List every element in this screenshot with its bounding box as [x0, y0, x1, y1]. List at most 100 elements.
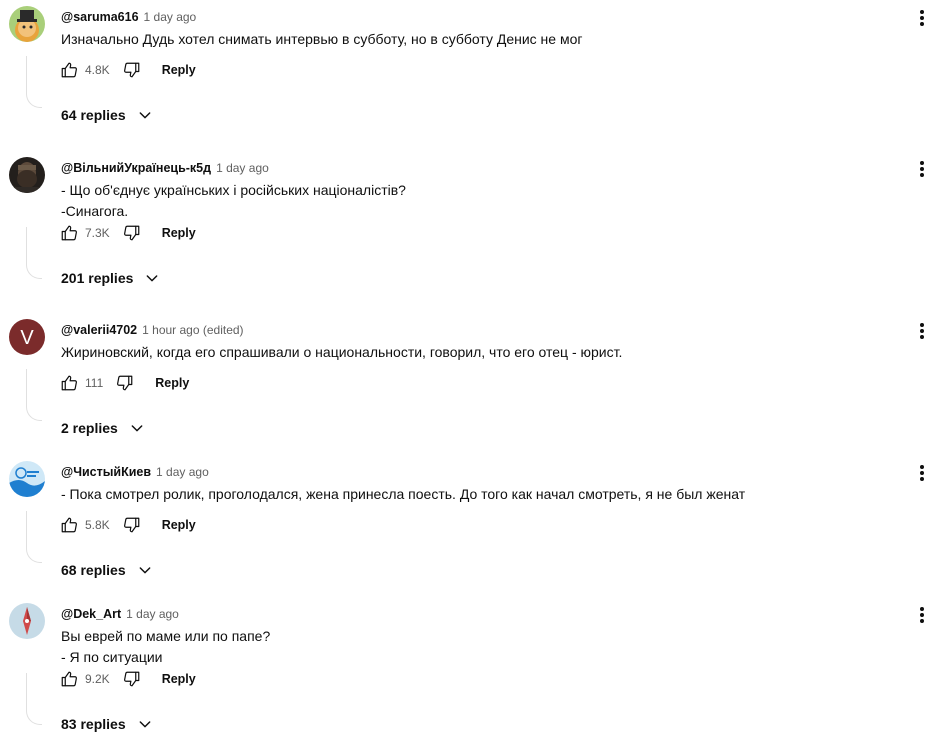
thumbs-up-icon [61, 517, 77, 533]
replies-count-label: 201 replies [61, 270, 134, 286]
avatar[interactable] [9, 603, 45, 639]
dislike-button[interactable] [122, 669, 142, 689]
comment-text: Изначально Дудь хотел снимать интервью в… [61, 29, 582, 50]
replies-count-label: 64 replies [61, 107, 126, 123]
comment-actions: 4.8K Reply [59, 58, 196, 82]
reply-button[interactable]: Reply [162, 672, 196, 686]
timestamp[interactable]: 1 day ago [126, 607, 179, 621]
thread-connector [26, 227, 42, 279]
reply-button[interactable]: Reply [155, 376, 189, 390]
like-count: 5.8K [85, 518, 110, 532]
vertical-dots-icon [920, 323, 924, 339]
replies-count-label: 2 replies [61, 420, 118, 436]
like-button[interactable] [59, 669, 79, 689]
comment-line: - Що об'єднує українських і російських н… [61, 182, 406, 198]
reply-button[interactable]: Reply [162, 226, 196, 240]
chevron-down-icon [143, 269, 161, 287]
comment-header: @ЧистыйКиев 1 day ago [61, 463, 209, 481]
thumbs-down-icon [123, 671, 140, 687]
dislike-button[interactable] [122, 515, 142, 535]
thread-connector [26, 511, 42, 563]
more-actions-button[interactable] [912, 319, 932, 343]
avatar[interactable]: V [9, 319, 45, 355]
comment-line: - Пока смотрел ролик, проголодался, жена… [61, 486, 746, 502]
view-replies-button[interactable]: 2 replies [61, 417, 146, 439]
thumbs-up-icon [61, 225, 77, 241]
comment-line: Жириновский, когда его спрашивали о наци… [61, 344, 623, 360]
author-name[interactable]: @valerii4702 [61, 323, 137, 337]
like-count: 111 [85, 376, 104, 390]
view-replies-button[interactable]: 68 replies [61, 559, 154, 581]
like-button[interactable] [59, 223, 79, 243]
comment-thread: @ЧистыйКиев 1 day ago - Пока смотрел рол… [0, 455, 949, 597]
chevron-down-icon [136, 715, 154, 733]
view-replies-button[interactable]: 64 replies [61, 104, 154, 126]
thumbs-up-icon [61, 671, 77, 687]
comment-actions: 5.8K Reply [59, 513, 196, 537]
vertical-dots-icon [920, 607, 924, 623]
thumbs-down-icon [123, 517, 140, 533]
thumbs-up-icon [61, 62, 77, 78]
comment-text: Жириновский, когда его спрашивали о наци… [61, 342, 622, 363]
author-name[interactable]: @Dek_Art [61, 607, 121, 621]
thumbs-up-icon [61, 375, 77, 391]
timestamp[interactable]: 1 day ago [216, 161, 269, 175]
thumbs-down-icon [117, 375, 133, 391]
vertical-dots-icon [920, 10, 924, 26]
more-actions-button[interactable] [912, 461, 932, 485]
timestamp[interactable]: 1 hour ago (edited) [142, 323, 243, 337]
comment-thread: V @valerii4702 1 hour ago (edited) Жирин… [0, 313, 949, 455]
like-button[interactable] [59, 373, 79, 393]
avatar-letter: V [20, 327, 34, 349]
chevron-down-icon [136, 561, 154, 579]
comment-thread: @ВільнийУкраїнець-к5д 1 day ago - Що об'… [0, 151, 949, 293]
author-name[interactable]: @saruma616 [61, 10, 139, 24]
thread-connector [26, 369, 42, 421]
chevron-down-icon [136, 106, 154, 124]
dislike-button[interactable] [115, 373, 135, 393]
comment-header: @valerii4702 1 hour ago (edited) [61, 321, 244, 339]
view-replies-button[interactable]: 201 replies [61, 267, 161, 289]
timestamp[interactable]: 1 day ago [156, 465, 209, 479]
comment-thread: @saruma616 1 day ago Изначально Дудь хот… [0, 0, 949, 142]
like-count: 7.3K [85, 226, 110, 240]
like-count: 4.8K [85, 63, 110, 77]
like-button[interactable] [59, 515, 79, 535]
comment-line: - Я по ситуации [61, 649, 163, 665]
comment-header: @Dek_Art 1 day ago [61, 605, 179, 623]
avatar[interactable] [9, 6, 45, 42]
replies-count-label: 68 replies [61, 562, 126, 578]
more-actions-button[interactable] [912, 157, 932, 181]
reply-button[interactable]: Reply [162, 63, 196, 77]
comment-text: - Пока смотрел ролик, проголодался, жена… [61, 484, 745, 505]
comment-line: Вы еврей по маме или по папе? [61, 628, 271, 644]
thread-connector [26, 673, 42, 725]
avatar[interactable] [9, 157, 45, 193]
comment-actions: 9.2K Reply [59, 667, 196, 691]
thumbs-down-icon [123, 62, 140, 78]
comment-header: @ВільнийУкраїнець-к5д 1 day ago [61, 159, 269, 177]
view-replies-button[interactable]: 83 replies [61, 713, 154, 735]
avatar[interactable] [9, 461, 45, 497]
comment-line: -Синагога. [61, 203, 129, 219]
like-button[interactable] [59, 60, 79, 80]
vertical-dots-icon [920, 465, 924, 481]
comment-actions: 7.3K Reply [59, 221, 196, 245]
vertical-dots-icon [920, 161, 924, 177]
dislike-button[interactable] [122, 223, 142, 243]
author-name[interactable]: @ВільнийУкраїнець-к5д [61, 161, 211, 175]
comment-line: Изначально Дудь хотел снимать интервью в… [61, 31, 583, 47]
comment-thread: @Dek_Art 1 day ago Вы еврей по маме или … [0, 597, 949, 739]
like-count: 9.2K [85, 672, 110, 686]
thumbs-down-icon [123, 225, 140, 241]
comment-header: @saruma616 1 day ago [61, 8, 196, 26]
more-actions-button[interactable] [912, 603, 932, 627]
timestamp[interactable]: 1 day ago [144, 10, 197, 24]
dislike-button[interactable] [122, 60, 142, 80]
reply-button[interactable]: Reply [162, 518, 196, 532]
author-name[interactable]: @ЧистыйКиев [61, 465, 151, 479]
replies-count-label: 83 replies [61, 716, 126, 732]
more-actions-button[interactable] [912, 6, 932, 30]
comment-text: Вы еврей по маме или по папе? - Я по сит… [61, 626, 270, 668]
comment-actions: 111 Reply [59, 371, 189, 395]
